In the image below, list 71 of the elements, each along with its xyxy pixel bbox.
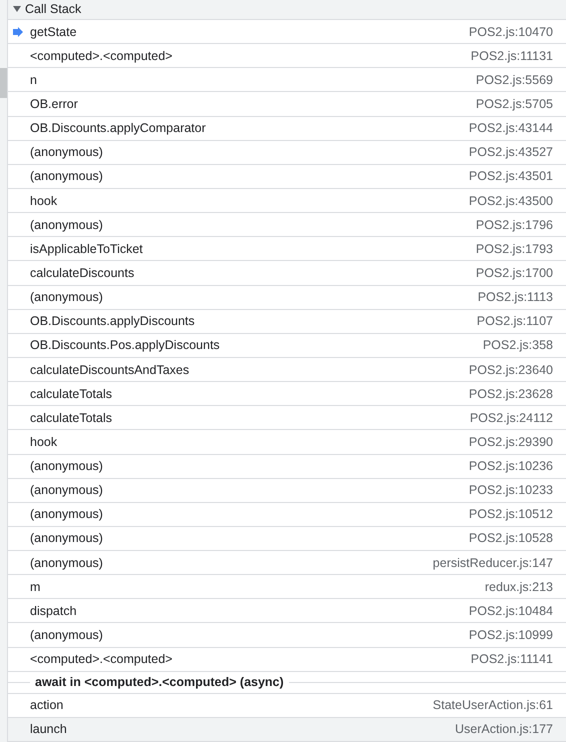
source-location[interactable]: POS2.js:10233 bbox=[468, 483, 553, 498]
stack-frame-row[interactable]: OB.Discounts.applyDiscounts POS2.js:1107 bbox=[8, 310, 566, 334]
function-name: action bbox=[30, 698, 64, 712]
source-location[interactable]: redux.js:213 bbox=[484, 580, 553, 594]
source-location[interactable]: StateUserAction.js:61 bbox=[432, 698, 553, 712]
source-location[interactable]: POS2.js:1113 bbox=[478, 290, 553, 304]
source-location[interactable]: POS2.js:43527 bbox=[468, 145, 553, 160]
source-location[interactable]: POS2.js:10484 bbox=[468, 604, 553, 618]
source-location[interactable]: persistReducer.js:147 bbox=[432, 556, 553, 570]
stack-frame-row[interactable]: OB.Discounts.applyComparator POS2.js:43144 bbox=[8, 116, 566, 141]
function-name: n bbox=[30, 72, 38, 87]
stack-frame-row[interactable]: (anonymous) POS2.js:10233 bbox=[8, 478, 566, 503]
source-location[interactable]: POS2.js:5569 bbox=[476, 72, 553, 87]
function-name: m bbox=[30, 580, 42, 594]
section-title: Call Stack bbox=[25, 2, 82, 16]
stack-frame-row[interactable]: (anonymous) POS2.js:10236 bbox=[8, 454, 566, 479]
source-location[interactable]: POS2.js:10236 bbox=[468, 459, 553, 474]
function-name: OB.error bbox=[30, 96, 79, 111]
function-name: <computed>.<computed> bbox=[30, 652, 174, 666]
function-name: OB.Discounts.Pos.applyDiscounts bbox=[30, 338, 221, 352]
stack-frame-row[interactable]: (anonymous) POS2.js:43527 bbox=[8, 140, 566, 165]
function-name: (anonymous) bbox=[30, 459, 104, 474]
source-location[interactable]: POS2.js:10528 bbox=[468, 531, 553, 546]
source-location[interactable]: POS2.js:11141 bbox=[470, 652, 553, 666]
function-name: (anonymous) bbox=[30, 483, 104, 498]
function-name: OB.Discounts.applyComparator bbox=[30, 121, 207, 136]
function-name: hook bbox=[30, 194, 58, 208]
source-location[interactable]: POS2.js:23640 bbox=[468, 362, 553, 376]
source-location[interactable]: POS2.js:24112 bbox=[470, 410, 553, 425]
function-name: (anonymous) bbox=[30, 628, 104, 642]
source-location[interactable]: POS2.js:10470 bbox=[468, 24, 553, 39]
source-location[interactable]: POS2.js:1107 bbox=[476, 314, 553, 328]
stack-frame-row[interactable]: (anonymous) POS2.js:1113 bbox=[8, 286, 566, 310]
async-separator: await in <computed>.<computed> (async) bbox=[34, 675, 285, 690]
source-location[interactable]: POS2.js:1793 bbox=[476, 242, 553, 256]
source-location[interactable]: POS2.js:43144 bbox=[468, 121, 553, 136]
source-location[interactable]: POS2.js:10512 bbox=[468, 507, 553, 522]
source-location[interactable]: POS2.js:29390 bbox=[468, 434, 553, 449]
function-name: (anonymous) bbox=[30, 556, 104, 570]
function-name: (anonymous) bbox=[30, 145, 104, 160]
source-location[interactable]: POS2.js:43500 bbox=[468, 194, 553, 208]
function-name: (anonymous) bbox=[30, 169, 104, 184]
function-name: calculateDiscounts bbox=[30, 266, 136, 280]
function-name: (anonymous) bbox=[30, 290, 104, 304]
stack-frame-row[interactable]: launch UserAction.js:177 bbox=[8, 718, 566, 742]
source-location[interactable]: POS2.js:23628 bbox=[468, 386, 553, 401]
function-name: launch bbox=[30, 722, 68, 736]
function-name: (anonymous) bbox=[30, 507, 104, 522]
source-location[interactable]: POS2.js:5705 bbox=[476, 96, 553, 111]
source-location[interactable]: POS2.js:1796 bbox=[476, 218, 553, 232]
function-name: calculateDiscountsAndTaxes bbox=[30, 362, 190, 376]
source-location[interactable]: POS2.js:10999 bbox=[468, 628, 553, 642]
function-name: calculateTotals bbox=[30, 410, 113, 425]
function-name: OB.Discounts.applyDiscounts bbox=[30, 314, 196, 328]
scrollbar-thumb[interactable] bbox=[0, 68, 7, 98]
function-name: dispatch bbox=[30, 604, 78, 618]
function-name: (anonymous) bbox=[30, 531, 104, 546]
stack-frame-row[interactable]: <computed>.<computed> POS2.js:11141 bbox=[8, 648, 566, 672]
source-location[interactable]: POS2.js:1700 bbox=[476, 266, 553, 280]
function-name: hook bbox=[30, 434, 58, 449]
source-location[interactable]: POS2.js:11131 bbox=[470, 48, 553, 63]
function-name: getState bbox=[30, 24, 78, 39]
function-name: calculateTotals bbox=[30, 386, 113, 401]
function-name: (anonymous) bbox=[30, 218, 104, 232]
source-location[interactable]: UserAction.js:177 bbox=[455, 722, 553, 736]
stack-frame-row[interactable]: action StateUserAction.js:61 bbox=[8, 694, 566, 718]
function-name: <computed>.<computed> bbox=[30, 48, 174, 63]
function-name: isApplicableToTicket bbox=[30, 242, 144, 256]
source-location[interactable]: POS2.js:358 bbox=[482, 338, 553, 352]
call-stack-header[interactable]: Call Stack bbox=[8, 0, 566, 20]
source-location[interactable]: POS2.js:43501 bbox=[468, 169, 553, 184]
